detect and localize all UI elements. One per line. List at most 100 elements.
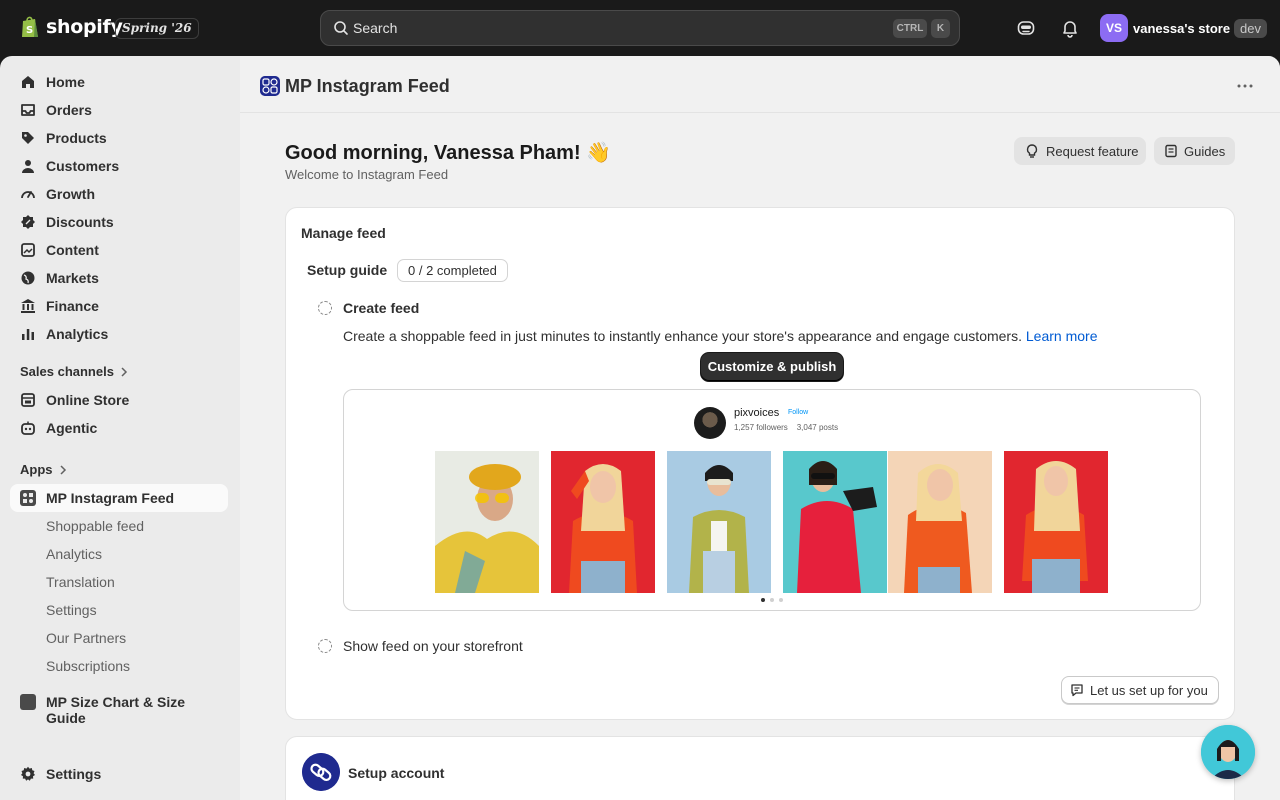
step-incomplete-icon[interactable] xyxy=(318,639,332,653)
search-bar[interactable]: Search CTRL K xyxy=(320,10,960,46)
sidebar-item-growth[interactable]: Growth xyxy=(10,180,228,208)
book-icon xyxy=(1165,144,1177,158)
sidebar-item-orders[interactable]: Orders xyxy=(10,96,228,124)
shopify-bag-icon: S xyxy=(22,16,38,37)
sales-channels-header[interactable]: Sales channels xyxy=(20,364,128,379)
tag-icon xyxy=(22,132,34,144)
sidebar-item-mp-size-chart[interactable]: MP Size Chart & Size Guide xyxy=(10,688,228,726)
sidebar-item-discounts[interactable]: Discounts xyxy=(10,208,228,236)
shopify-logo[interactable]: S shopify xyxy=(20,15,123,39)
sidebar-item-content[interactable]: Content xyxy=(10,236,228,264)
feed-photo[interactable] xyxy=(888,451,992,593)
search-icon xyxy=(334,21,348,35)
guides-button[interactable]: Guides xyxy=(1154,137,1235,165)
feed-photo[interactable] xyxy=(435,451,539,593)
setup-guide-label: Setup guide xyxy=(307,262,388,278)
sidebar-item-mp-instagram-feed[interactable]: MP Instagram Feed xyxy=(10,484,228,512)
feed-photo[interactable] xyxy=(667,451,771,593)
app-title: MP Instagram Feed xyxy=(285,76,450,96)
sidebar-item-label: Online Store xyxy=(46,392,130,408)
support-chat-avatar[interactable] xyxy=(1201,725,1255,779)
dev-badge: dev xyxy=(1234,18,1268,38)
mp-app-logo-icon xyxy=(260,76,280,96)
top-bar: S shopify Spring '26 Search CTRL K VS va… xyxy=(0,0,1280,56)
sidebar-item-products[interactable]: Products xyxy=(10,124,228,152)
setup-progress-badge: 0 / 2 completed xyxy=(397,259,508,282)
sidebar-item-label: MP Instagram Feed xyxy=(46,490,175,506)
let-us-set-up-label: Let us set up for you xyxy=(1090,682,1208,698)
sidebar-item-label: Discounts xyxy=(46,214,114,230)
card-title: Manage feed xyxy=(301,225,386,241)
feed-photo[interactable] xyxy=(783,451,887,593)
sidebar-subitem-subscriptions[interactable]: Subscriptions xyxy=(46,658,130,674)
description-text: Create a shoppable feed in just minutes … xyxy=(343,328,1022,344)
guides-label: Guides xyxy=(1184,143,1226,159)
store-icon xyxy=(21,393,35,407)
globe-icon xyxy=(21,271,35,285)
more-options-icon[interactable] xyxy=(1237,84,1253,88)
request-feature-button[interactable]: Request feature xyxy=(1014,137,1146,165)
feed-photo[interactable] xyxy=(551,451,655,593)
instagram-feed-app-icon xyxy=(20,490,36,506)
store-menu[interactable]: VS vanessa's store dev xyxy=(1100,14,1268,42)
customize-publish-button[interactable]: Customize & publish xyxy=(701,353,843,381)
gauge-icon xyxy=(21,191,35,199)
content-icon xyxy=(21,243,35,257)
sidebar-item-label: Growth xyxy=(46,186,95,202)
sidebar-subitem-shoppable-feed[interactable]: Shoppable feed xyxy=(46,518,144,534)
sidebar-item-online-store[interactable]: Online Store xyxy=(10,386,228,414)
ig-posts: 3,047 posts xyxy=(796,423,839,432)
sidebar-item-agentic[interactable]: Agentic xyxy=(10,414,228,442)
size-chart-app-icon xyxy=(20,694,36,710)
apps-header[interactable]: Apps xyxy=(20,462,67,477)
sidebar-item-settings[interactable]: Settings xyxy=(10,760,228,788)
step-create-feed-title[interactable]: Create feed xyxy=(343,300,419,316)
svg-text:S: S xyxy=(26,25,33,36)
sidebar-item-customers[interactable]: Customers xyxy=(10,152,228,180)
sidebar-subitem-analytics[interactable]: Analytics xyxy=(46,546,102,562)
shortcut-ctrl-key: CTRL xyxy=(893,19,927,38)
sidebar-subitem-our-partners[interactable]: Our Partners xyxy=(46,630,126,646)
let-us-set-up-button[interactable]: Let us set up for you xyxy=(1061,676,1219,704)
robot-icon xyxy=(21,421,35,435)
discount-icon xyxy=(21,215,35,229)
sales-channels-label: Sales channels xyxy=(20,364,114,379)
carousel-dot[interactable] xyxy=(770,598,774,602)
greeting-heading: Good morning, Vanessa Pham! 👋 xyxy=(285,142,612,164)
chevron-right-icon xyxy=(59,464,66,475)
step-show-feed-title[interactable]: Show feed on your storefront xyxy=(343,638,523,654)
sidebar-item-home[interactable]: Home xyxy=(10,68,228,96)
sidebar-item-label: Home xyxy=(46,74,85,90)
sidebar-subitem-translation[interactable]: Translation xyxy=(46,574,115,590)
feed-photo[interactable] xyxy=(1004,451,1108,593)
sidekick-icon[interactable] xyxy=(1016,18,1036,38)
learn-more-link[interactable]: Learn more xyxy=(1026,328,1098,344)
sidebar: Home Orders Products Customers Growth Di… xyxy=(0,56,240,800)
sidebar-item-label: Markets xyxy=(46,270,99,286)
link-app-icon xyxy=(302,753,340,791)
sidebar-item-markets[interactable]: Markets xyxy=(10,264,228,292)
manage-feed-card: Manage feed Setup guide 0 / 2 completed … xyxy=(285,207,1235,720)
home-icon xyxy=(22,76,34,88)
setup-account-title: Setup account xyxy=(348,765,445,781)
carousel-dot[interactable] xyxy=(761,598,765,602)
bell-icon[interactable] xyxy=(1060,18,1080,38)
ig-username: pixvoices xyxy=(734,407,780,419)
lightbulb-icon xyxy=(1026,144,1038,158)
shortcut-k-key: K xyxy=(931,19,950,38)
store-name: vanessa's store xyxy=(1133,20,1231,36)
carousel-dot[interactable] xyxy=(779,598,783,602)
sidebar-item-label: Finance xyxy=(46,298,99,314)
request-feature-label: Request feature xyxy=(1046,143,1139,159)
sidebar-item-finance[interactable]: Finance xyxy=(10,292,228,320)
sidebar-item-label: MP Size Chart & Size Guide xyxy=(46,694,186,726)
ig-follow-link[interactable]: Follow xyxy=(788,409,808,416)
search-placeholder: Search xyxy=(353,20,398,36)
sidebar-subitem-settings[interactable]: Settings xyxy=(46,602,97,618)
version-badge: Spring '26 xyxy=(115,18,199,39)
sidebar-item-analytics[interactable]: Analytics xyxy=(10,320,228,348)
apps-label: Apps xyxy=(20,462,53,477)
step-incomplete-icon[interactable] xyxy=(318,301,332,315)
ig-stats: 1,257 followers 3,047 posts xyxy=(734,423,838,432)
instagram-feed-preview: pixvoices Follow 1,257 followers 3,047 p… xyxy=(343,389,1201,611)
